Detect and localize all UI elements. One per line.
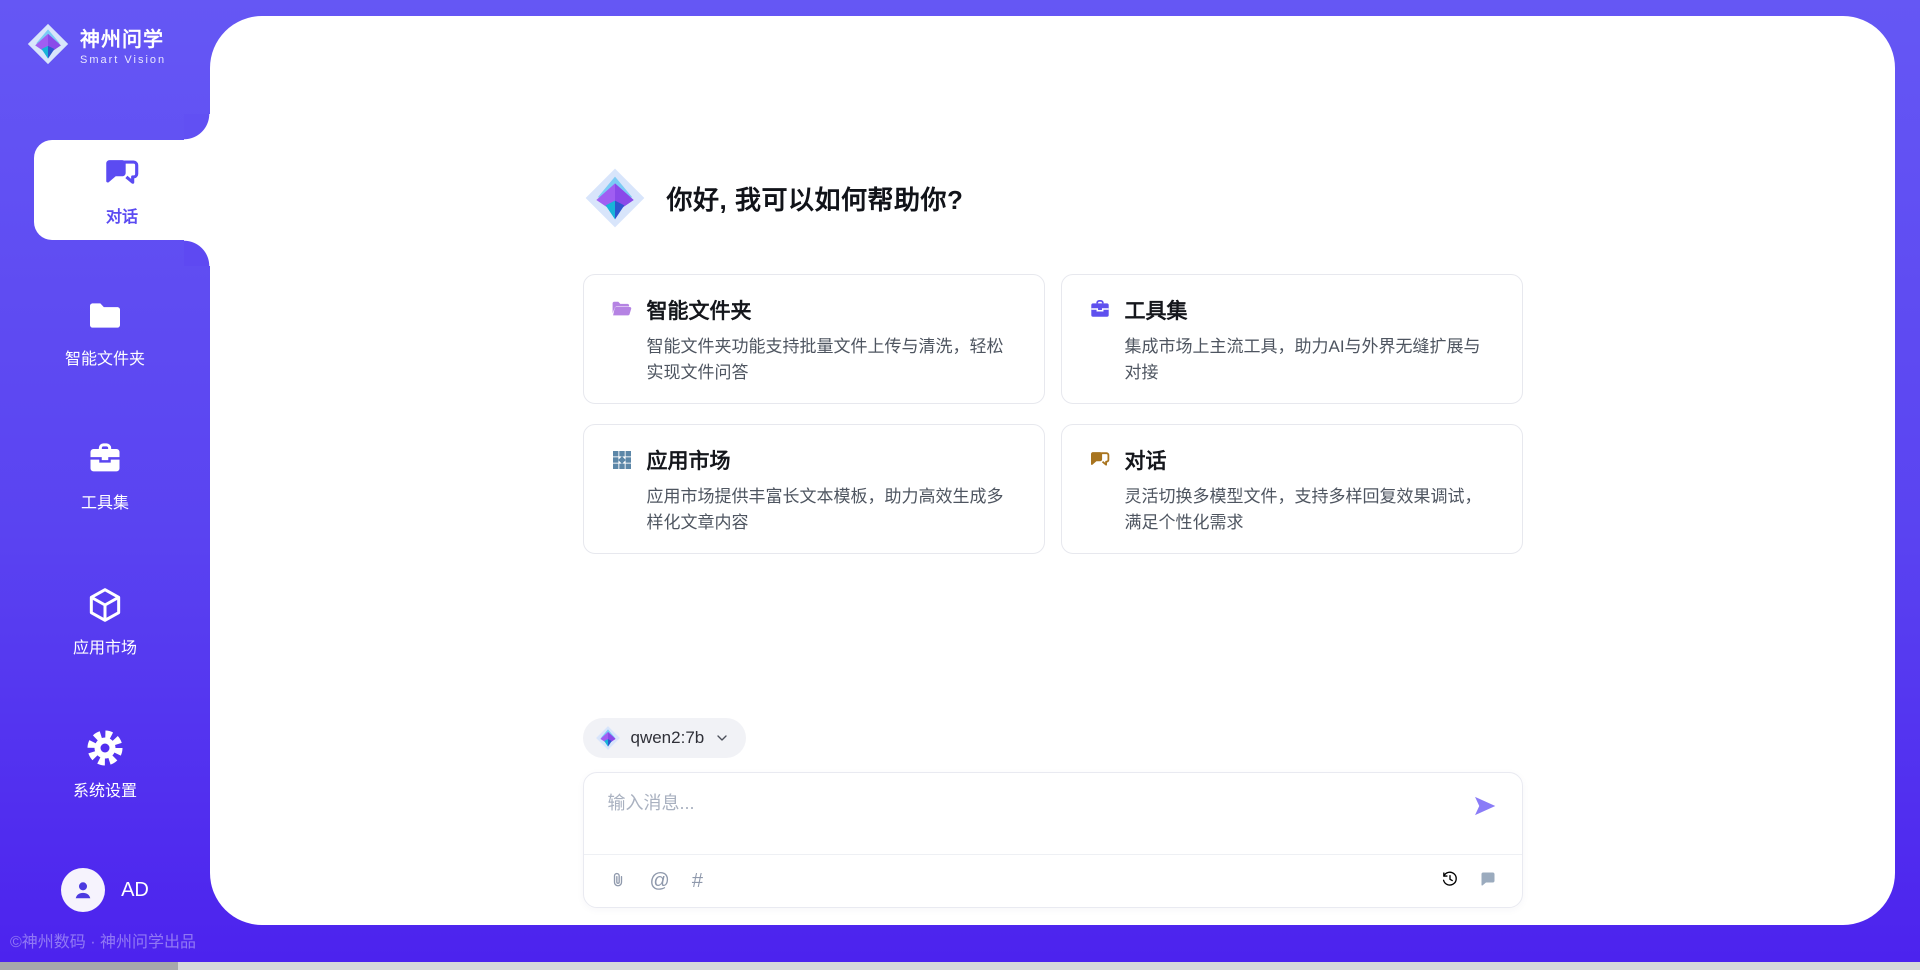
chat-icon [1088,448,1112,472]
model-logo-icon [595,725,621,751]
brand: 神州问学 Smart Vision [26,22,166,66]
sidebar-item-toolset[interactable]: 工具集 [0,440,210,513]
greeting: 你好, 我可以如何帮助你? [583,166,1523,230]
card-title: 对话 [1125,445,1167,475]
sidebar-item-label: 应用市场 [73,634,137,658]
sidebar-item-label: 工具集 [81,489,129,513]
sidebar-item-app-market[interactable]: 应用市场 [0,585,210,658]
brand-subtitle: Smart Vision [80,54,166,66]
copyright-text: ©神州数码 · 神州问学出品 [10,928,196,952]
folder-icon [85,296,125,336]
message-input[interactable] [608,793,1472,814]
gear-icon [85,728,125,768]
briefcase-icon [1088,298,1112,322]
sidebar-item-label: 对话 [106,203,138,227]
card-app-market[interactable]: 应用市场 应用市场提供丰富长文本模板，助力高效生成多样化文章内容 [583,424,1045,554]
folder-open-icon [610,298,634,322]
attach-file-icon[interactable] [608,871,628,891]
horizontal-scrollbar [0,962,1920,970]
sidebar-item-settings[interactable]: 系统设置 [0,728,210,801]
brand-name: 神州问学 [80,23,166,52]
card-title: 应用市场 [647,445,731,475]
mention-icon[interactable]: @ [650,871,670,891]
cube-icon [85,585,125,625]
sidebar-item-label: 系统设置 [73,777,137,801]
sidebar: 神州问学 Smart Vision 对话 智能文件夹 工具集 [0,0,210,970]
greeting-title: 你好, 我可以如何帮助你? [667,180,964,217]
sidebar-item-chat[interactable]: 对话 [34,140,210,240]
message-composer: @ # [583,772,1523,908]
chevron-down-icon [714,730,730,746]
card-toolset[interactable]: 工具集 集成市场上主流工具，助力AI与外界无缝扩展与对接 [1061,274,1523,404]
feature-cards: 智能文件夹 智能文件夹功能支持批量文件上传与清洗，轻松实现文件问答 工具集 集成… [583,274,1523,554]
scrollbar-thumb[interactable] [0,962,178,970]
card-smart-folder[interactable]: 智能文件夹 智能文件夹功能支持批量文件上传与清洗，轻松实现文件问答 [583,274,1045,404]
grid-icon [610,448,634,472]
user-menu[interactable]: AD [0,868,210,912]
hashtag-icon[interactable]: # [692,871,703,891]
sidebar-item-smart-folder[interactable]: 智能文件夹 [0,296,210,369]
card-description: 应用市场提供丰富长文本模板，助力高效生成多样化文章内容 [610,484,1018,537]
card-description: 集成市场上主流工具，助力AI与外界无缝扩展与对接 [1088,334,1496,387]
card-description: 灵活切换多模型文件，支持多样回复效果调试，满足个性化需求 [1088,484,1496,537]
person-icon [70,877,96,903]
card-chat[interactable]: 对话 灵活切换多模型文件，支持多样回复效果调试，满足个性化需求 [1061,424,1523,554]
model-name: qwen2:7b [631,728,705,748]
sidebar-item-label: 智能文件夹 [65,345,145,369]
brand-logo-icon [26,22,70,66]
send-icon[interactable] [1472,793,1498,819]
chat-history-icon[interactable] [1478,869,1498,894]
model-selector[interactable]: qwen2:7b [583,718,747,758]
briefcase-icon [85,440,125,480]
card-title: 工具集 [1125,295,1188,325]
card-description: 智能文件夹功能支持批量文件上传与清洗，轻松实现文件问答 [610,334,1018,387]
history-icon[interactable] [1440,869,1460,894]
card-title: 智能文件夹 [647,295,752,325]
assistant-logo-icon [583,166,647,230]
user-avatar [61,868,105,912]
main-panel: 你好, 我可以如何帮助你? 智能文件夹 智能文件夹功能支持批量文件上传与清洗，轻… [210,16,1895,925]
user-name: AD [121,879,149,902]
chat-icon [101,153,143,195]
tab-curve-top [184,114,210,140]
tab-curve-bottom [184,240,210,266]
